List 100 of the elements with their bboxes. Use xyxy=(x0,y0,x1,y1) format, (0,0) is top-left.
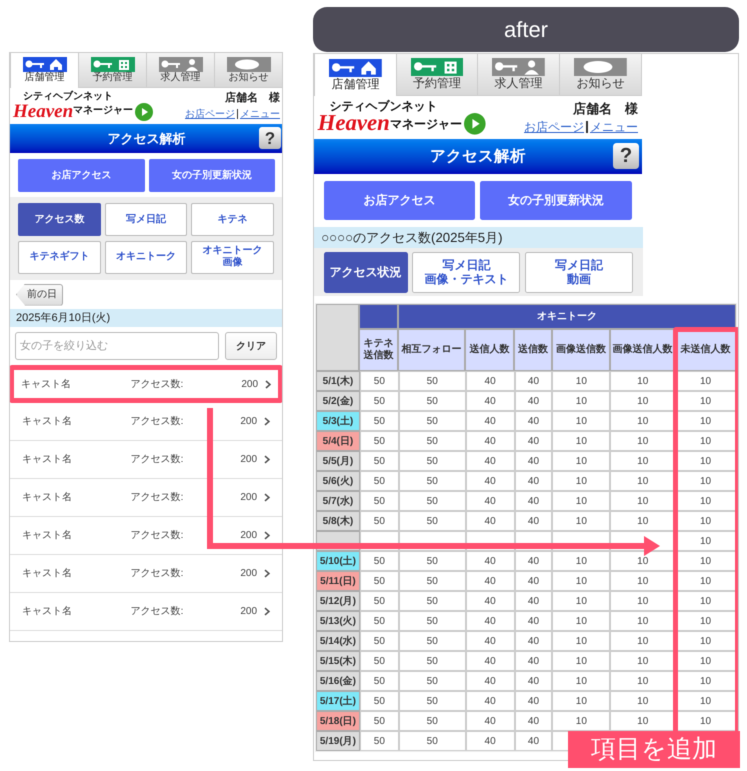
help-button[interactable]: ? xyxy=(259,127,281,149)
column-header: 画像送信人数 xyxy=(610,329,675,372)
column-header: 送信人数 xyxy=(465,329,514,372)
page-title: アクセス解析 xyxy=(108,130,186,148)
table-cell: 40 xyxy=(466,391,515,412)
table-cell: 10 xyxy=(610,631,676,652)
table-cell: 10 xyxy=(552,691,610,712)
table-cell: 10 xyxy=(552,711,610,732)
subsection-button[interactable]: 写メ日記 動画 xyxy=(525,252,634,293)
nav-tab[interactable]: お知らせ xyxy=(560,54,642,96)
table-cell: 10 xyxy=(675,671,736,692)
date-cell: 5/4(日) xyxy=(316,431,360,452)
nav-tab[interactable]: 予約管理 xyxy=(396,54,478,96)
table-cell: 10 xyxy=(610,371,676,392)
table-cell: 10 xyxy=(552,431,610,452)
table-cell: 10 xyxy=(610,391,676,412)
table-cell: 10 xyxy=(675,491,736,512)
table-cell: 50 xyxy=(360,631,399,652)
header-link[interactable]: お店ページ xyxy=(185,106,235,122)
table-cell: 40 xyxy=(466,551,515,572)
table-cell: 40 xyxy=(466,591,515,612)
table-cell: 10 xyxy=(610,591,676,612)
table-cell: 10 xyxy=(610,711,676,732)
table-cell: 40 xyxy=(466,511,515,532)
table-cell: 10 xyxy=(675,651,736,672)
table-cell: 10 xyxy=(552,611,610,632)
table-cell: 50 xyxy=(360,471,399,492)
table-cell: 50 xyxy=(398,711,466,732)
section-button[interactable]: お店アクセス xyxy=(18,158,144,192)
filter-field[interactable]: 女の子を絞り込む xyxy=(15,332,219,360)
help-button[interactable]: ? xyxy=(612,142,640,170)
nav-tab[interactable]: 店舗管理 xyxy=(314,54,397,96)
subsection-button[interactable]: キテネギフト xyxy=(18,240,101,274)
access-label: アクセス数: xyxy=(130,529,184,543)
table-cell: 40 xyxy=(466,731,515,752)
column-header: 画像送信数 xyxy=(552,329,610,372)
table-cell: 40 xyxy=(466,671,515,692)
table-cell: 10 xyxy=(675,471,736,492)
table-cell: 50 xyxy=(360,491,399,512)
access-label: アクセス数: xyxy=(130,378,184,392)
table-cell: 40 xyxy=(514,551,552,572)
date-cell: 5/2(金) xyxy=(316,391,360,412)
access-count: 200 xyxy=(239,529,258,543)
access-count: 200 xyxy=(239,567,258,581)
subsection-button[interactable]: オキニトーク 画像 xyxy=(191,240,274,274)
table-cell: 10 xyxy=(675,611,736,632)
table-cell: 10 xyxy=(610,471,676,492)
table-cell: 40 xyxy=(514,511,552,532)
subsection-button[interactable]: 写メ日記 xyxy=(104,203,188,236)
subsection-button[interactable]: オキニトーク xyxy=(104,240,188,274)
table-cell: 40 xyxy=(514,391,552,412)
table-cell: 10 xyxy=(610,651,676,672)
nav-tab[interactable]: 予約管理 xyxy=(79,53,147,88)
table-cell: 10 xyxy=(552,631,610,652)
table-cell: 50 xyxy=(398,491,466,512)
date-cell: 5/7(水) xyxy=(316,491,360,512)
logo: シティヘブンネット Heavenマネージャー xyxy=(318,100,486,135)
date-cell: 5/5(月) xyxy=(316,451,360,472)
section-button[interactable]: 女の子別更新状況 xyxy=(148,158,275,192)
subsection-button[interactable]: 写メ日記 画像・テキスト xyxy=(412,252,520,293)
date-cell: 5/12(月) xyxy=(316,591,360,612)
access-label: アクセス数: xyxy=(130,453,184,467)
table-cell: 10 xyxy=(610,611,676,632)
table-cell: 10 xyxy=(552,671,610,692)
table-cell: 10 xyxy=(675,551,736,572)
table-cell: 10 xyxy=(675,691,736,712)
header-link[interactable]: メニュー xyxy=(590,118,638,136)
header-link[interactable]: お店ページ xyxy=(524,118,584,136)
table-cell: 40 xyxy=(466,491,515,512)
table-cell: 10 xyxy=(675,631,736,652)
subsection-button[interactable]: アクセス数 xyxy=(18,203,101,236)
access-label: アクセス数: xyxy=(130,567,184,581)
column-header: キテネ 送信数 xyxy=(359,329,398,372)
previous-day-button[interactable]: 前の日 xyxy=(16,284,63,306)
nav-tab[interactable]: 求人管理 xyxy=(147,53,215,88)
table-cell: 40 xyxy=(514,491,552,512)
section-button[interactable]: 女の子別更新状況 xyxy=(480,180,632,220)
header-link[interactable]: メニュー xyxy=(240,106,280,122)
table-cell: 40 xyxy=(466,371,515,392)
table-cell: 10 xyxy=(675,391,736,412)
clear-button[interactable]: クリア xyxy=(225,332,277,360)
table-cell: 10 xyxy=(552,651,610,672)
table-cell: 50 xyxy=(398,451,466,472)
table-cell: 10 xyxy=(675,451,736,472)
table-cell: 40 xyxy=(466,631,515,652)
table-cell: 40 xyxy=(466,691,515,712)
table-cell: 50 xyxy=(398,411,466,432)
subsection-button[interactable]: アクセス状況 xyxy=(324,252,408,293)
cast-row[interactable]: キャスト名 アクセス数: 200 xyxy=(10,365,282,403)
nav-tab[interactable]: 求人管理 xyxy=(478,54,560,96)
nav-tab[interactable]: お知らせ xyxy=(215,53,282,88)
table-cell: 10 xyxy=(552,551,610,572)
table-cell: 10 xyxy=(552,371,610,392)
nav-tab[interactable]: 店舗管理 xyxy=(10,53,79,88)
table-cell: 50 xyxy=(398,731,466,752)
table-cell: 50 xyxy=(360,391,399,412)
table-cell: 50 xyxy=(398,471,466,492)
date-cell: 5/1(木) xyxy=(316,371,360,392)
section-button[interactable]: お店アクセス xyxy=(324,180,476,220)
subsection-button[interactable]: キテネ xyxy=(191,203,274,236)
